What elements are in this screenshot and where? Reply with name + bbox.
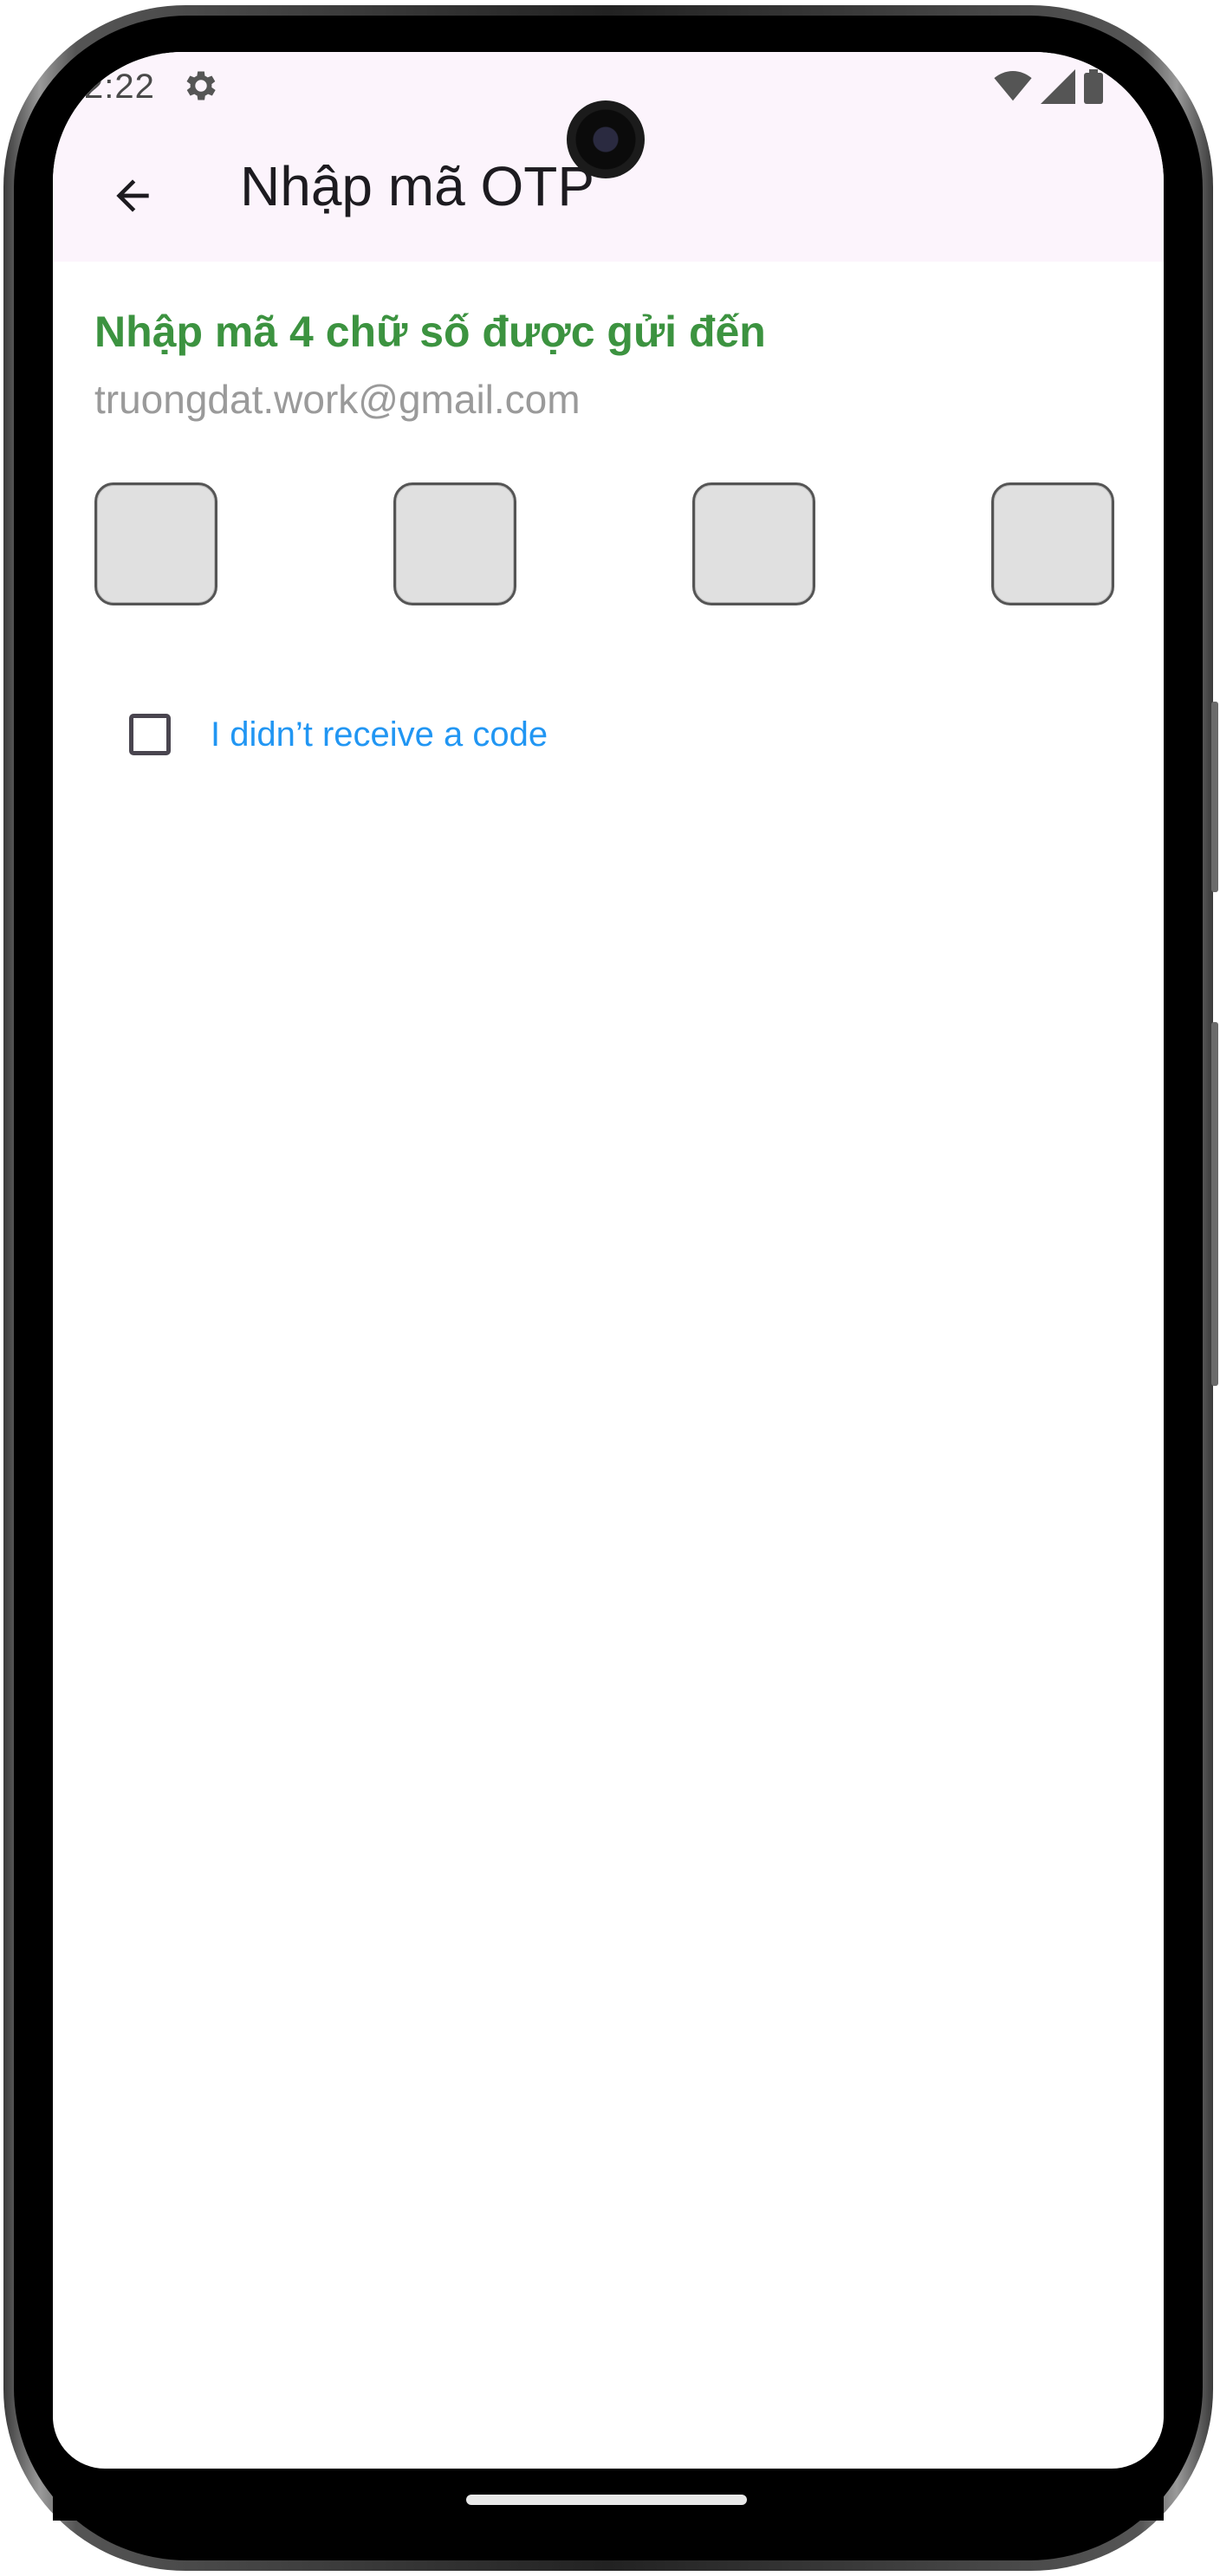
battery-icon [1084,69,1103,104]
otp-digit-3[interactable] [692,482,815,605]
status-icons [994,68,1103,106]
app-screen: 2:22 Nhập mã OTP Nhập mã 4 chữ số được g… [53,52,1164,2469]
otp-digit-1[interactable] [94,482,217,605]
otp-digit-4[interactable] [991,482,1114,605]
cell-signal-icon [1041,69,1075,104]
page-title: Nhập mã OTP [240,155,595,217]
resend-code-option[interactable]: I didn’t receive a code [129,700,548,769]
home-indicator[interactable] [466,2495,747,2505]
otp-digit-2[interactable] [393,482,516,605]
otp-instruction: Nhập mã 4 chữ số được gửi đến [94,307,766,356]
front-camera [567,100,645,178]
recipient-email: truongdat.work@gmail.com [94,377,581,422]
arrow-back-icon [116,179,149,212]
status-time: 2:22 [84,68,155,106]
back-button[interactable] [94,158,171,234]
wifi-icon [994,71,1032,101]
resend-checkbox-label[interactable]: I didn’t receive a code [211,715,548,754]
volume-button [1211,702,1218,892]
resend-checkbox[interactable] [129,714,171,755]
power-button [1211,1022,1218,1386]
gear-icon [181,66,221,106]
